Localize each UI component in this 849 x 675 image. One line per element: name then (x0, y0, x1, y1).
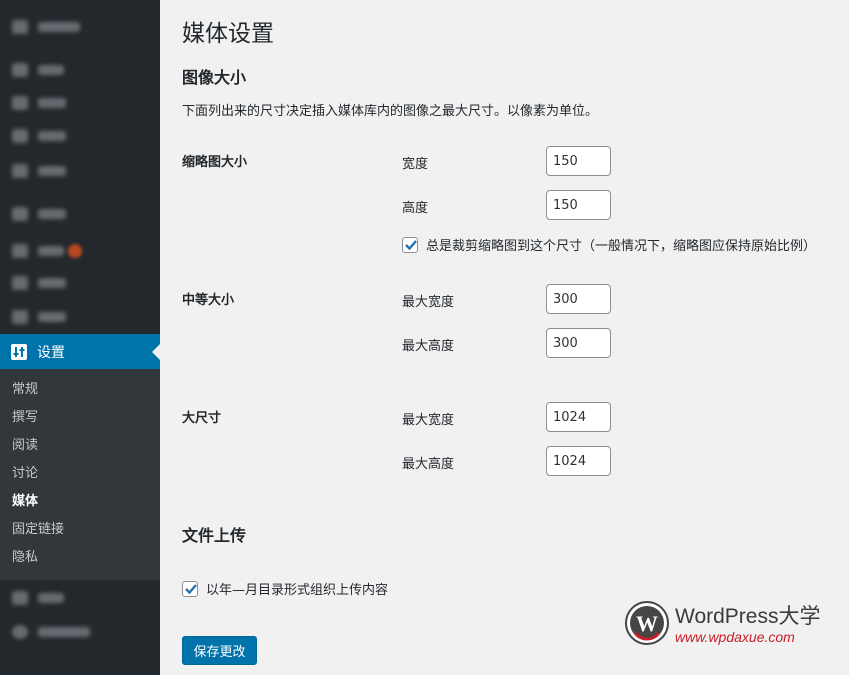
thumbnail-crop-label: 总是裁剪缩略图到这个尺寸（一般情况下，缩略图应保持原始比例） (426, 239, 817, 254)
sidebar-item-pages[interactable] (12, 129, 66, 143)
large-size-label: 大尺寸 (182, 411, 222, 426)
sidebar-item-appearance[interactable] (12, 207, 66, 221)
organize-uploads-checkbox[interactable] (182, 580, 198, 597)
wrench-icon (12, 310, 28, 324)
media-icon (12, 96, 28, 110)
watermark-name: WordPress大学 (675, 605, 821, 628)
medium-size-label: 中等大小 (182, 293, 235, 308)
medium-max-height-input[interactable] (546, 328, 611, 358)
submenu-item-permalinks[interactable]: 固定链接 (0, 516, 160, 544)
update-count-badge (68, 244, 82, 258)
checkmark-icon (185, 583, 197, 594)
medium-max-width-label: 最大宽度 (402, 295, 455, 310)
thumbnail-width-label: 宽度 (402, 157, 429, 172)
sidebar-item-posts[interactable] (12, 63, 64, 77)
page-icon (12, 129, 28, 143)
submenu-item-writing[interactable]: 撰写 (0, 404, 160, 432)
sliders-icon (11, 343, 27, 360)
medium-max-width-input[interactable] (546, 284, 611, 314)
submenu-item-general[interactable]: 常规 (0, 376, 160, 404)
large-max-width-label: 最大宽度 (402, 413, 455, 428)
user-icon (12, 276, 28, 290)
main-content: 媒体设置 图像大小 下面列出来的尺寸决定插入媒体库内的图像之最大尺寸。以像素为单… (160, 0, 849, 675)
thumbnail-width-input[interactable] (546, 146, 611, 176)
wpdaxue-watermark: W WordPress大学 www.wpdaxue.com (625, 600, 820, 645)
thumbnail-height-input[interactable] (546, 190, 611, 220)
extra-menu-icon (12, 591, 28, 605)
dashboard-icon (12, 20, 28, 34)
sidebar-item-extra-1[interactable] (12, 591, 64, 605)
admin-sidebar: 设置 常规 撰写 阅读 讨论 媒体 固定链接 隐私 (0, 0, 160, 675)
image-sizes-description: 下面列出来的尺寸决定插入媒体库内的图像之最大尺寸。以像素为单位。 (182, 104, 599, 119)
sidebar-item-media[interactable] (12, 96, 66, 110)
page-title: 媒体设置 (182, 21, 274, 47)
collapse-icon (12, 625, 28, 639)
comment-icon (12, 164, 28, 178)
thumbnail-crop-checkbox[interactable] (402, 236, 418, 253)
watermark-url: www.wpdaxue.com (675, 629, 795, 645)
pin-icon (12, 63, 28, 77)
sidebar-item-users[interactable] (12, 276, 66, 290)
thumbnail-height-label: 高度 (402, 201, 429, 216)
submenu-item-media[interactable]: 媒体 (0, 488, 160, 516)
brush-icon (12, 207, 28, 221)
sidebar-item-plugins[interactable] (12, 244, 64, 258)
sidebar-item-settings-label: 设置 (37, 344, 65, 361)
sidebar-item-comments[interactable] (12, 164, 66, 178)
organize-uploads-label: 以年—月目录形式组织上传内容 (206, 583, 389, 598)
image-sizes-heading: 图像大小 (182, 68, 247, 87)
svg-text:W: W (636, 611, 658, 636)
organize-uploads-option: 以年—月目录形式组织上传内容 (182, 579, 388, 598)
large-max-width-input[interactable] (546, 402, 611, 432)
settings-submenu: 常规 撰写 阅读 讨论 媒体 固定链接 隐私 (0, 369, 160, 580)
submenu-item-reading[interactable]: 阅读 (0, 432, 160, 460)
thumbnail-crop-option: 总是裁剪缩略图到这个尺寸（一般情况下，缩略图应保持原始比例） (402, 235, 816, 254)
uploads-heading: 文件上传 (182, 526, 247, 545)
sidebar-item-tools[interactable] (12, 310, 66, 324)
wordpress-logo-icon: W (625, 600, 669, 645)
checkmark-icon (405, 239, 417, 250)
plugin-icon (12, 244, 28, 258)
thumbnail-size-label: 缩略图大小 (182, 155, 248, 170)
large-max-height-label: 最大高度 (402, 457, 455, 472)
medium-max-height-label: 最大高度 (402, 339, 455, 354)
sidebar-item-collapse[interactable] (12, 625, 90, 639)
current-menu-arrow (152, 344, 160, 360)
large-max-height-input[interactable] (546, 446, 611, 476)
submenu-item-discussion[interactable]: 讨论 (0, 460, 160, 488)
save-changes-button[interactable]: 保存更改 (182, 636, 257, 665)
submenu-item-privacy[interactable]: 隐私 (0, 544, 160, 572)
sidebar-item-dashboard[interactable] (12, 20, 80, 34)
sidebar-item-settings[interactable]: 设置 (0, 334, 160, 369)
